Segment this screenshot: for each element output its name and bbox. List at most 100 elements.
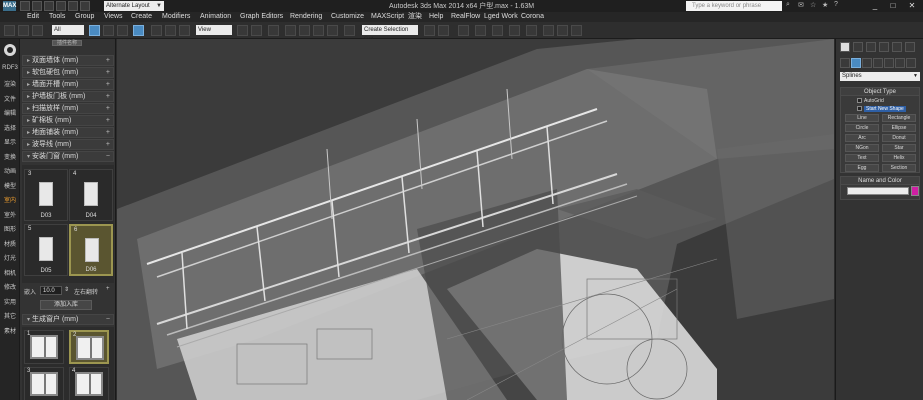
communication-center-icon[interactable]: ☆ [810, 1, 816, 9]
category-sweep-loft[interactable]: ▸ 扫描放样 (mm) + [22, 103, 114, 114]
text-button[interactable]: Text [845, 154, 879, 162]
select-object-icon[interactable] [89, 25, 100, 36]
line-button[interactable]: Line [845, 114, 879, 122]
create-tab-icon[interactable] [840, 42, 850, 52]
select-and-scale-icon[interactable] [179, 25, 190, 36]
select-and-link-icon[interactable] [4, 25, 15, 36]
render-setup-icon[interactable] [543, 25, 554, 36]
object-category-dropdown[interactable]: Splines ▼ [840, 72, 920, 81]
hierarchy-tab-icon[interactable] [866, 42, 876, 52]
layer-manager-icon[interactable] [458, 25, 469, 36]
render-production-icon[interactable] [571, 25, 582, 36]
menu-maxscript[interactable]: MAXScript [371, 12, 404, 22]
egg-button[interactable]: Egg [845, 164, 879, 172]
inset-spinner-icon[interactable]: ⇕ [64, 286, 69, 293]
start-new-shape-checkbox[interactable]: Start New Shape [857, 106, 906, 112]
category-wall-groove[interactable]: ▸ 墙面开槽 (mm) + [22, 79, 114, 90]
pin-icon[interactable]: + [106, 140, 110, 149]
select-by-name-icon[interactable] [103, 25, 114, 36]
door-thumb-d03[interactable]: 3 D03 [24, 169, 68, 221]
rendered-frame-window-icon[interactable] [557, 25, 568, 36]
rectangle-button[interactable]: Rectangle [882, 114, 916, 122]
helix-button[interactable]: Helix [882, 154, 916, 162]
maximize-button[interactable]: □ [886, 0, 900, 11]
section-button[interactable]: Section [882, 164, 916, 172]
pivot-point-center-icon[interactable] [237, 25, 248, 36]
category-soft-pack[interactable]: ▸ 软包硬包 (mm) + [22, 67, 114, 78]
object-type-header[interactable]: Object Type [841, 88, 919, 96]
perspective-viewport[interactable] [117, 39, 834, 400]
edit-named-selection-icon[interactable] [344, 25, 355, 36]
door-thumb-d06[interactable]: 6 D06 [69, 224, 113, 276]
spinner-snap-icon[interactable] [327, 25, 338, 36]
space-warps-icon[interactable] [895, 58, 905, 68]
systems-icon[interactable] [906, 58, 916, 68]
tab-lights[interactable]: 灯光 [0, 253, 20, 262]
menu-realflow[interactable]: RealFlow [451, 12, 480, 22]
door-thumb-d04[interactable]: 4 D04 [69, 169, 113, 221]
schematic-view-icon[interactable] [509, 25, 520, 36]
tab-utilities[interactable]: 实用 [0, 297, 20, 306]
window-thumb-3[interactable]: 3 [24, 367, 64, 400]
category-generate-windows[interactable]: ▾ 生成窗户 (mm) − [22, 314, 114, 325]
object-name-input[interactable] [847, 187, 909, 195]
tab-cameras[interactable]: 相机 [0, 268, 20, 277]
keyword-search-input[interactable]: Type a keyword or phrase [686, 1, 782, 11]
tab-animation[interactable]: 动画 [0, 166, 20, 175]
door-thumb-d05[interactable]: 5 D05 [24, 224, 68, 276]
search-icon[interactable]: ⌕ [786, 1, 790, 9]
menu-help[interactable]: Help [429, 12, 443, 22]
flip-lr-button[interactable]: 左右翻转 [74, 287, 98, 296]
menu-customize[interactable]: Customize [331, 12, 364, 22]
arc-button[interactable]: Arc [845, 134, 879, 142]
plugin-name-button[interactable]: 插件名称 [52, 40, 82, 46]
pin-icon[interactable]: − [106, 315, 110, 324]
object-color-swatch[interactable] [911, 186, 919, 196]
name-and-color-header[interactable]: Name and Color [841, 177, 919, 185]
pin-icon[interactable]: + [106, 128, 110, 137]
window-thumb-1[interactable]: 1 [24, 330, 64, 364]
window-crossing-icon[interactable] [133, 25, 144, 36]
tab-model[interactable]: 模型 [0, 181, 20, 190]
mirror-icon[interactable] [424, 25, 435, 36]
menu-render-cn[interactable]: 渲染 [408, 12, 422, 22]
pin-icon[interactable]: + [106, 104, 110, 113]
category-double-wall[interactable]: ▸ 双面墙体 (mm) + [22, 55, 114, 66]
lights-icon[interactable] [862, 58, 872, 68]
window-thumb-4[interactable]: 4 [69, 367, 109, 400]
subscription-icon[interactable]: ✉ [798, 1, 804, 9]
unlink-icon[interactable] [18, 25, 29, 36]
modify-tab-icon[interactable] [853, 42, 863, 52]
curve-editor-icon[interactable] [492, 25, 503, 36]
category-waveguide-line[interactable]: ▸ 波导线 (mm) + [22, 139, 114, 150]
category-mineral-board[interactable]: ▸ 矿棉板 (mm) + [22, 115, 114, 126]
helpers-icon[interactable] [884, 58, 894, 68]
menu-tools[interactable]: Tools [49, 12, 65, 22]
menu-views[interactable]: Views [104, 12, 123, 22]
tab-file[interactable]: 文件 [0, 94, 20, 103]
tab-materials[interactable]: 材质 [0, 239, 20, 248]
ngon-button[interactable]: NGon [845, 144, 879, 152]
snaps-toggle-icon[interactable] [285, 25, 296, 36]
material-editor-icon[interactable] [526, 25, 537, 36]
category-install-doors-windows[interactable]: ▾ 安装门窗 (mm) − [22, 151, 114, 162]
tab-rdf3[interactable]: RDF3 [0, 65, 20, 71]
menu-lged-work[interactable]: Lged Work [484, 12, 518, 22]
pin-icon[interactable]: + [106, 68, 110, 77]
flip-add-icon[interactable]: + [106, 286, 110, 292]
utilities-tab-icon[interactable] [905, 42, 915, 52]
tab-transform[interactable]: 变换 [0, 152, 20, 161]
reference-coordinate-dropdown[interactable]: View [196, 25, 232, 35]
star-button[interactable]: Star [882, 144, 916, 152]
select-and-move-icon[interactable] [151, 25, 162, 36]
menu-corona[interactable]: Corona [521, 12, 544, 22]
selection-filter-dropdown[interactable]: All [52, 25, 84, 35]
geometry-icon[interactable] [840, 58, 850, 68]
menu-graph-editors[interactable]: Graph Editors [240, 12, 283, 22]
circle-button[interactable]: Circle [845, 124, 879, 132]
cameras-icon[interactable] [873, 58, 883, 68]
plugin-logo-icon[interactable] [4, 44, 16, 56]
tab-exterior[interactable]: 室外 [0, 210, 20, 219]
pin-icon[interactable]: − [106, 152, 110, 161]
favorites-icon[interactable]: ★ [822, 1, 828, 9]
